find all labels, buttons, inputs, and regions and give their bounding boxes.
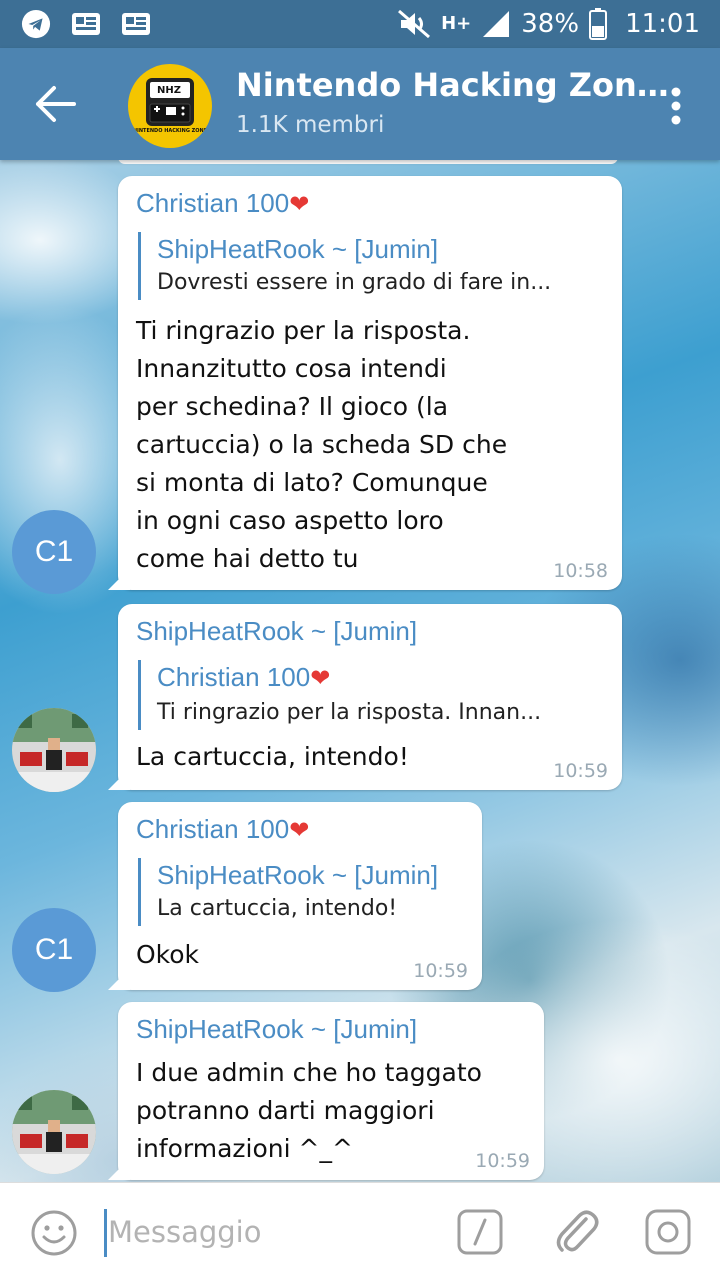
network-label: H+ xyxy=(441,13,472,34)
reply-quote[interactable]: ShipHeatRook ~ [Jumin] Dovresti essere i… xyxy=(138,232,551,300)
text-cursor xyxy=(104,1209,107,1257)
news-icon xyxy=(122,13,150,35)
signal-icon xyxy=(483,11,510,37)
message-time: 10:59 xyxy=(553,760,608,782)
message-text: Ti ringrazio per la risposta. Innanzitut… xyxy=(136,316,508,573)
chat-title[interactable]: Nintendo Hacking Zon… xyxy=(236,66,669,104)
bubble-tail xyxy=(108,1158,130,1180)
emoji-icon[interactable] xyxy=(30,1209,78,1257)
message-bubble[interactable]: ShipHeatRook ~ [Jumin] I due admin che h… xyxy=(108,1002,544,1180)
member-count: 1.1K membri xyxy=(236,112,385,138)
message-sender[interactable]: ShipHeatRook ~ [Jumin] xyxy=(136,616,417,647)
chat-area[interactable]: Christian 100❤ ShipHeatRook ~ [Jumin] Do… xyxy=(0,160,720,1182)
message-bubble[interactable]: Christian 100❤ ShipHeatRook ~ [Jumin] La… xyxy=(108,802,482,990)
reply-author: ShipHeatRook ~ [Jumin] xyxy=(157,234,439,264)
telegram-icon xyxy=(21,9,51,39)
chat-header: NHZ NINTENDO HACKING ZONE Nintendo Hacki… xyxy=(0,48,720,160)
message-sender[interactable]: Christian 100❤ xyxy=(136,814,309,845)
reply-author: Christian 100❤ xyxy=(157,660,541,696)
message-bubble[interactable]: Christian 100❤ ShipHeatRook ~ [Jumin] Do… xyxy=(108,176,622,590)
message-text: La cartuccia, intendo! xyxy=(136,742,409,771)
camera-icon[interactable] xyxy=(644,1208,692,1256)
heart-icon: ❤ xyxy=(289,817,310,844)
minecraft-avatar-icon xyxy=(12,708,96,792)
message-time: 10:59 xyxy=(475,1150,530,1172)
message-sender[interactable]: Christian 100❤ xyxy=(136,188,309,219)
heart-icon: ❤ xyxy=(289,191,310,218)
bubble-tail xyxy=(108,968,130,990)
message-sender[interactable]: ShipHeatRook ~ [Jumin] xyxy=(136,1014,417,1045)
bubble-tail xyxy=(108,768,130,790)
reply-snippet: La cartuccia, intendo! xyxy=(157,896,398,921)
group-avatar[interactable]: NHZ NINTENDO HACKING ZONE xyxy=(128,64,212,148)
battery-icon xyxy=(589,8,608,40)
back-arrow-icon[interactable] xyxy=(34,84,78,124)
battery-percent: 38% xyxy=(521,9,580,39)
previous-message-bubble xyxy=(118,160,618,164)
minecraft-avatar-icon xyxy=(12,1090,96,1174)
group-avatar-caption: NINTENDO HACKING ZONE xyxy=(132,128,208,134)
group-avatar-text: NHZ xyxy=(157,85,181,96)
reply-quote[interactable]: Christian 100❤ Ti ringrazio per la rispo… xyxy=(138,660,541,730)
mute-icon xyxy=(398,9,431,39)
avatar[interactable] xyxy=(12,708,96,792)
reply-snippet: Dovresti essere in grado di fare in... xyxy=(157,270,552,295)
reply-author: ShipHeatRook ~ [Jumin] xyxy=(157,860,439,890)
reply-author-name: Christian 100 xyxy=(157,662,311,692)
reply-snippet: Ti ringrazio per la risposta. Innan... xyxy=(157,700,542,725)
message-text: I due admin che ho taggato potranno dart… xyxy=(136,1058,482,1163)
message-time: 10:59 xyxy=(413,960,468,982)
message-composer xyxy=(0,1182,720,1280)
nhz-logo-icon xyxy=(146,78,194,126)
reply-quote[interactable]: ShipHeatRook ~ [Jumin] La cartuccia, int… xyxy=(138,858,438,926)
message-bubble[interactable]: ShipHeatRook ~ [Jumin] Christian 100❤ Ti… xyxy=(108,604,622,790)
more-options-icon[interactable] xyxy=(670,86,682,126)
status-time: 11:01 xyxy=(625,9,700,39)
avatar[interactable]: C1 xyxy=(12,908,96,992)
message-time: 10:58 xyxy=(553,560,608,582)
attach-icon[interactable] xyxy=(552,1205,600,1257)
avatar[interactable]: C1 xyxy=(12,510,96,594)
message-input[interactable] xyxy=(108,1205,428,1259)
status-bar: H+ 38% 11:01 xyxy=(0,0,720,48)
heart-icon: ❤ xyxy=(310,665,331,692)
bubble-tail xyxy=(108,568,130,590)
news-icon xyxy=(72,13,100,35)
message-text: Okok xyxy=(136,940,200,969)
sender-name: Christian 100 xyxy=(136,814,290,844)
sender-name: Christian 100 xyxy=(136,188,290,218)
bot-command-icon[interactable] xyxy=(456,1208,504,1256)
avatar[interactable] xyxy=(12,1090,96,1174)
